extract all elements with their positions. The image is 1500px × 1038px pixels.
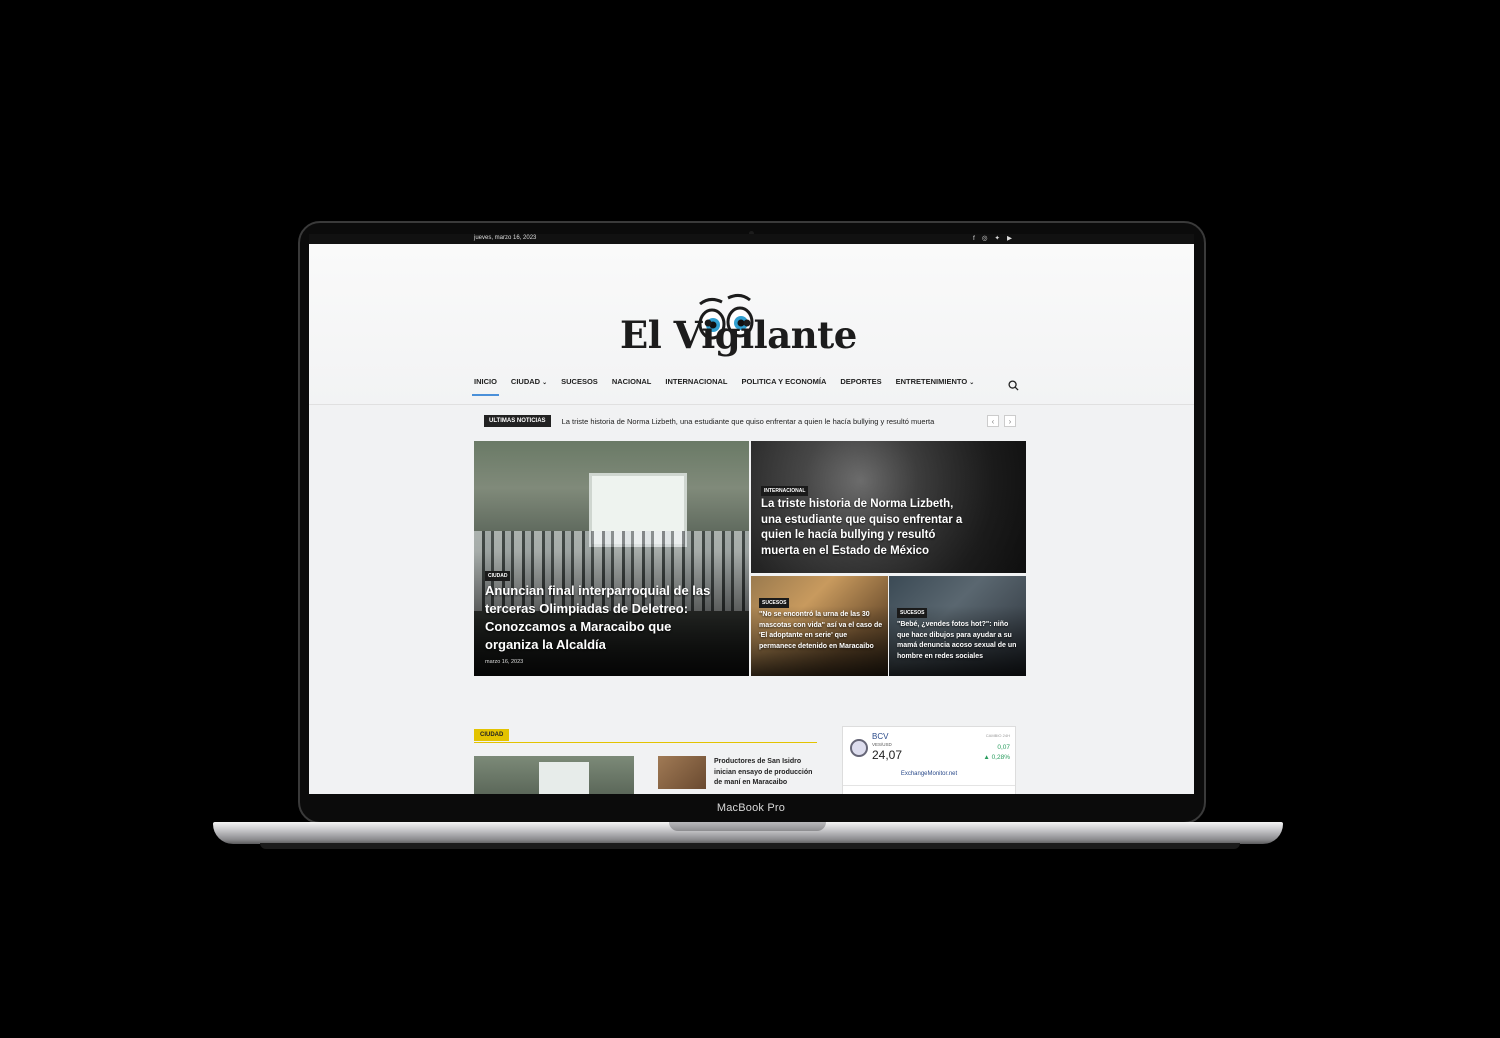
social-links: f ◎ ✦ ▶ bbox=[973, 234, 1012, 244]
instagram-icon[interactable]: ◎ bbox=[982, 234, 988, 244]
nav-item-inicio[interactable]: INICIO bbox=[472, 373, 499, 396]
article-title[interactable]: La triste historia de Norma Lizbeth, una… bbox=[761, 497, 976, 559]
search-icon[interactable] bbox=[1008, 380, 1019, 391]
facebook-icon[interactable]: f bbox=[973, 234, 975, 244]
browser-screen: jueves, marzo 16, 2023 f ◎ ✦ ▶ El Vigila… bbox=[309, 234, 1194, 794]
article-thumbnail[interactable] bbox=[658, 756, 706, 789]
category-badge[interactable]: SUCESOS bbox=[897, 608, 928, 618]
article-thumbnail[interactable] bbox=[474, 756, 634, 794]
chevron-down-icon: ⌄ bbox=[542, 380, 548, 386]
article-title[interactable]: Anuncian final interparroquial de las te… bbox=[485, 582, 725, 654]
widget-percent: ▲ 0,28% bbox=[983, 754, 1010, 761]
article-title[interactable]: Productores de San Isidro inician ensayo… bbox=[714, 757, 819, 789]
ticker-headline[interactable]: La triste historia de Norma Lizbeth, una… bbox=[562, 417, 935, 426]
model-label: MacBook Pro bbox=[716, 802, 786, 814]
featured-small-article[interactable]: SUCESOS "Bebé, ¿vendes fotos hot?": niño… bbox=[889, 576, 1026, 676]
nav-item-internacional[interactable]: INTERNACIONAL bbox=[665, 373, 727, 390]
nav-item-entretenimiento[interactable]: ENTRETENIMIENTO ⌄ bbox=[896, 373, 975, 390]
article-title[interactable]: "Bebé, ¿vendes fotos hot?": niño que hac… bbox=[897, 620, 1022, 662]
category-badge[interactable]: INTERNACIONAL bbox=[761, 486, 809, 496]
chevron-down-icon: ⌄ bbox=[969, 380, 975, 386]
article-title[interactable]: "No se encontró la urna de las 30 mascot… bbox=[759, 610, 884, 652]
nav-item-ciudad[interactable]: CIUDAD ⌄ bbox=[511, 373, 547, 390]
top-bar: jueves, marzo 16, 2023 f ◎ ✦ ▶ bbox=[309, 234, 1194, 244]
twitter-icon[interactable]: ✦ bbox=[994, 234, 999, 244]
widget-change: 0,07 bbox=[997, 744, 1010, 751]
category-badge[interactable]: SUCESOS bbox=[759, 598, 790, 608]
laptop-shadow bbox=[260, 843, 1240, 849]
widget-source-link[interactable]: ExchangeMonitor.net bbox=[843, 771, 1015, 777]
site-header: El Vigilante INICIO CIUDAD ⌄ SUCESOS NACI… bbox=[309, 244, 1194, 405]
ticker-badge: ULTIMAS NOTICIAS bbox=[484, 415, 551, 427]
laptop-notch bbox=[669, 822, 826, 831]
nav-item-deportes[interactable]: DEPORTES bbox=[840, 373, 881, 390]
youtube-icon[interactable]: ▶ bbox=[1007, 234, 1012, 244]
widget-pair: VES/USD bbox=[872, 742, 892, 747]
widget-rate: 24,07 bbox=[872, 748, 903, 762]
featured-small-article[interactable]: SUCESOS "No se encontró la urna de las 3… bbox=[751, 576, 888, 676]
widget-name: BCV bbox=[872, 732, 889, 741]
widget-divider bbox=[843, 785, 1015, 786]
ticker-next-button[interactable]: › bbox=[1004, 415, 1016, 427]
section-tag[interactable]: CIUDAD bbox=[474, 729, 510, 741]
site-logo[interactable]: El Vigilante bbox=[620, 313, 857, 357]
featured-main-article[interactable]: CIUDAD Anuncian final interparroquial de… bbox=[474, 441, 749, 676]
ticker-prev-button[interactable]: ‹ bbox=[987, 415, 999, 427]
main-nav: INICIO CIUDAD ⌄ SUCESOS NACIONAL INTERNAC… bbox=[472, 373, 988, 396]
featured-top-article[interactable]: INTERNACIONAL La triste historia de Norm… bbox=[751, 441, 1026, 573]
nav-item-politica[interactable]: POLITICA Y ECONOMÍA bbox=[742, 373, 827, 390]
nav-item-sucesos[interactable]: SUCESOS bbox=[561, 373, 598, 390]
news-ticker: ULTIMAS NOTICIAS La triste historia de N… bbox=[484, 415, 934, 427]
exchange-rate-widget: BCV VES/USD 24,07 CAMBIO 24H 0,07 ▲ 0,28… bbox=[842, 726, 1016, 794]
section-divider bbox=[474, 742, 817, 743]
top-date: jueves, marzo 16, 2023 bbox=[474, 235, 537, 241]
article-date: marzo 16, 2023 bbox=[485, 659, 524, 665]
bcv-seal-icon bbox=[850, 739, 868, 757]
category-badge[interactable]: CIUDAD bbox=[485, 571, 511, 581]
nav-item-nacional[interactable]: NACIONAL bbox=[612, 373, 652, 390]
widget-label: CAMBIO 24H bbox=[985, 733, 1010, 738]
